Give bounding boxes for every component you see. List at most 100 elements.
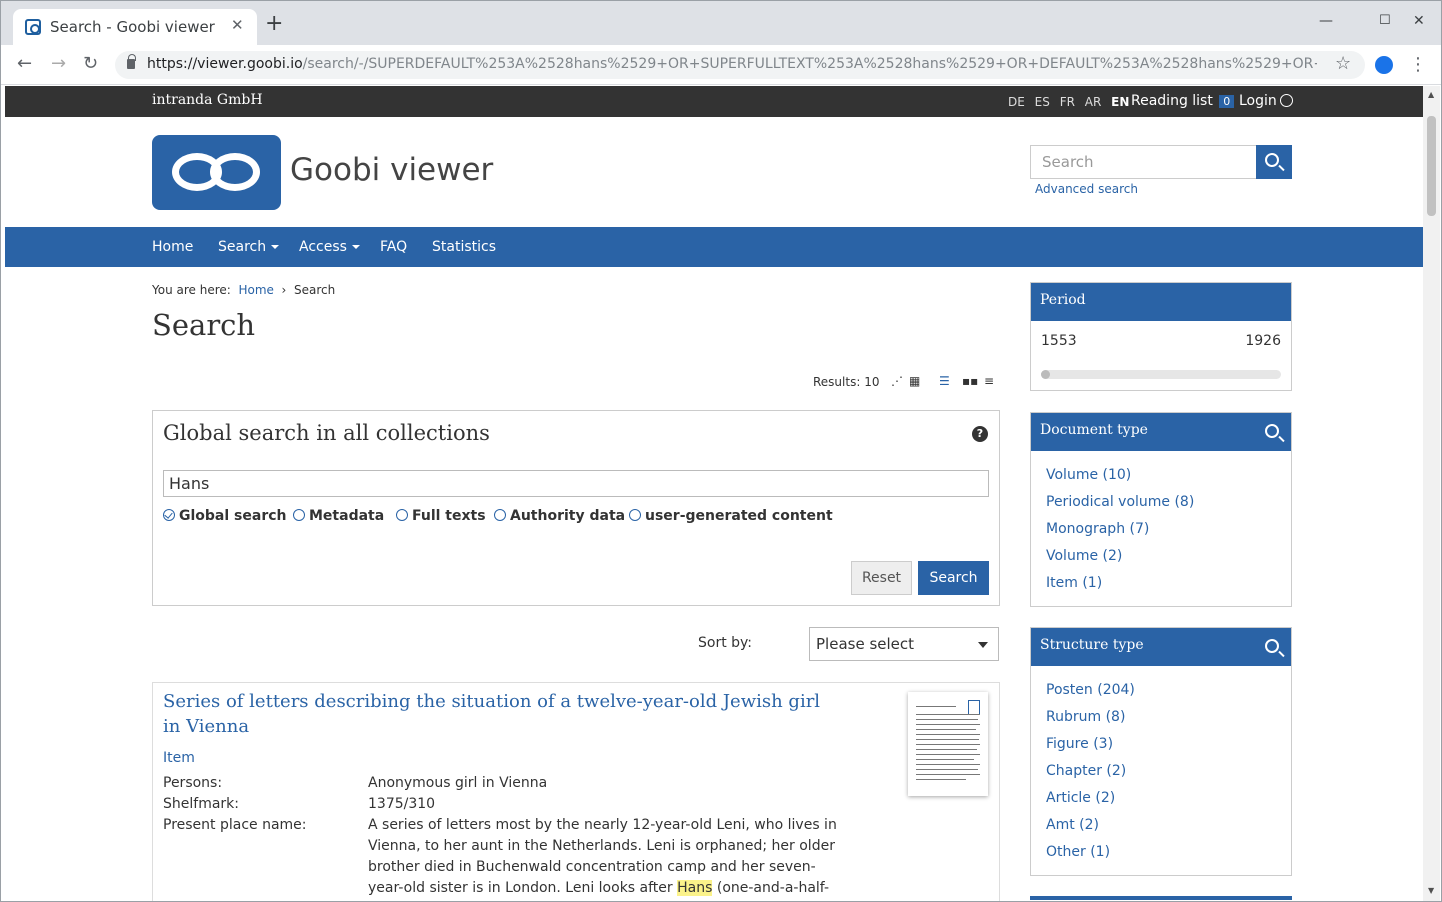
tab-strip: Search - Goobi viewer ✕ + — ☐ ✕ xyxy=(1,1,1441,45)
site-name[interactable]: Goobi viewer xyxy=(290,152,493,188)
sort-select[interactable]: Please select xyxy=(809,627,999,661)
site-logo[interactable] xyxy=(152,135,281,210)
facet-item[interactable]: Periodical volume (8) xyxy=(1046,494,1194,510)
login-label: Login xyxy=(1239,93,1277,109)
slider-handle[interactable] xyxy=(1041,370,1050,379)
caret-down-icon xyxy=(351,245,360,249)
facet-item[interactable]: Amt (2) xyxy=(1046,817,1099,833)
reload-icon[interactable]: ↻ xyxy=(83,53,98,74)
facet-item[interactable]: Volume (10) xyxy=(1046,467,1131,483)
forward-icon[interactable]: → xyxy=(51,53,66,74)
breadcrumb-current: Search xyxy=(293,283,336,297)
nav-statistics[interactable]: Statistics xyxy=(432,239,496,255)
nav-access[interactable]: Access xyxy=(299,239,360,255)
facet-item[interactable]: Volume (2) xyxy=(1046,548,1122,564)
url-text[interactable]: https://viewer.goobi.io/search/-/SUPERDE… xyxy=(147,56,1317,72)
search-query-input[interactable]: Hans xyxy=(163,470,989,497)
result-type[interactable]: Item xyxy=(163,750,195,766)
search-icon xyxy=(1265,153,1279,167)
facet-item[interactable]: Chapter (2) xyxy=(1046,763,1126,779)
reading-list-count: 0 xyxy=(1219,95,1235,108)
search-icon[interactable] xyxy=(1265,424,1279,438)
search-button[interactable]: Search xyxy=(918,561,989,595)
search-icon[interactable] xyxy=(1265,639,1279,653)
period-widget: Period 1553 1926 xyxy=(1030,282,1292,391)
breadcrumb-home[interactable]: Home xyxy=(238,283,273,297)
lang-en[interactable]: EN xyxy=(1111,95,1129,109)
list-view-icon[interactable]: ☰ xyxy=(939,374,950,388)
address-bar[interactable]: https://viewer.goobi.io/search/-/SUPERDE… xyxy=(115,51,1365,79)
scroll-down-icon[interactable]: ▼ xyxy=(1428,886,1434,895)
help-icon[interactable]: ? xyxy=(972,426,988,442)
scroll-up-icon[interactable]: ▲ xyxy=(1428,90,1434,99)
rss-icon[interactable]: ⋰ xyxy=(891,374,903,388)
persons-value: Anonymous girl in Vienna xyxy=(368,775,548,791)
nav-home[interactable]: Home xyxy=(152,239,193,255)
radio-user-generated[interactable]: user-generated content xyxy=(629,508,833,524)
facet-item[interactable]: Other (1) xyxy=(1046,844,1110,860)
excel-export-icon[interactable]: ▦ xyxy=(909,374,920,388)
period-slider[interactable] xyxy=(1041,370,1281,379)
menu-kebab-icon[interactable]: ⋮ xyxy=(1409,54,1427,75)
close-window-icon[interactable]: ✕ xyxy=(1413,13,1425,29)
nav-search[interactable]: Search xyxy=(218,239,280,255)
main-nav: Home Search Access FAQ Statistics xyxy=(5,227,1423,267)
structure-type-widget: Structure type Posten (204) Rubrum (8) F… xyxy=(1030,627,1292,876)
bookmark-star-icon[interactable]: ☆ xyxy=(1335,53,1351,74)
back-icon[interactable]: ← xyxy=(17,53,32,74)
sort-label: Sort by: xyxy=(698,635,753,651)
page-title: Search xyxy=(152,308,256,342)
lang-de[interactable]: DE xyxy=(1008,95,1025,109)
grid-view-icon[interactable]: ▪▪ xyxy=(962,374,978,388)
facet-item[interactable]: Figure (3) xyxy=(1046,736,1113,752)
reading-list-link[interactable]: Reading list 0 xyxy=(1131,93,1235,109)
facet-item[interactable]: Item (1) xyxy=(1046,575,1102,591)
result-thumbnail[interactable] xyxy=(908,692,988,796)
result-title[interactable]: Series of letters describing the situati… xyxy=(163,689,843,739)
extension-icon[interactable] xyxy=(1375,56,1393,74)
search-highlight: Hans xyxy=(677,880,713,896)
facet-item[interactable]: Monograph (7) xyxy=(1046,521,1149,537)
document-type-header: Document type xyxy=(1031,413,1291,451)
maximize-icon[interactable]: ☐ xyxy=(1379,13,1391,28)
structure-type-header: Structure type xyxy=(1031,628,1291,666)
facet-item[interactable]: Posten (204) xyxy=(1046,682,1135,698)
facet-item[interactable]: Article (2) xyxy=(1046,790,1115,806)
header-search-button[interactable] xyxy=(1256,145,1292,179)
facet-item[interactable]: Rubrum (8) xyxy=(1046,709,1125,725)
search-panel: Global search in all collections ? Hans … xyxy=(152,410,1000,606)
advanced-search-link[interactable]: Advanced search xyxy=(1035,182,1138,196)
compact-view-icon[interactable]: ≡ xyxy=(984,374,994,388)
results-count: Results: 10 xyxy=(813,375,880,389)
minimize-icon[interactable]: — xyxy=(1319,13,1333,29)
next-widget-header xyxy=(1030,896,1292,900)
login-link[interactable]: Login xyxy=(1239,93,1293,109)
lang-fr[interactable]: FR xyxy=(1060,95,1075,109)
lang-ar[interactable]: AR xyxy=(1085,95,1102,109)
new-tab-icon[interactable]: + xyxy=(265,13,283,35)
radio-authority-data[interactable]: Authority data xyxy=(494,508,625,524)
period-min: 1553 xyxy=(1041,333,1077,349)
nav-faq[interactable]: FAQ xyxy=(380,239,407,255)
persons-label: Persons: xyxy=(163,775,223,791)
bookmark-icon[interactable] xyxy=(968,700,980,714)
browser-tab[interactable]: Search - Goobi viewer ✕ xyxy=(13,9,257,45)
radio-metadata[interactable]: Metadata xyxy=(293,508,384,524)
lang-es[interactable]: ES xyxy=(1035,95,1050,109)
close-tab-icon[interactable]: ✕ xyxy=(231,16,244,34)
breadcrumb: You are here: Home › Search xyxy=(152,283,336,297)
shelfmark-value: 1375/310 xyxy=(368,796,436,812)
radio-global-search[interactable]: Global search xyxy=(163,508,287,524)
reading-list-label: Reading list xyxy=(1131,93,1213,109)
browser-toolbar: ← → ↻ https://viewer.goobi.io/search/-/S… xyxy=(1,45,1441,85)
caret-down-icon xyxy=(271,245,280,249)
page-scrollbar[interactable]: ▲ ▼ xyxy=(1423,86,1440,901)
language-switcher: DE ES FR AR EN xyxy=(1008,95,1135,109)
shelfmark-label: Shelfmark: xyxy=(163,796,239,812)
brand-name[interactable]: intranda GmbH xyxy=(152,92,263,108)
reset-button[interactable]: Reset xyxy=(851,561,912,595)
period-max: 1926 xyxy=(1245,333,1281,349)
scroll-thumb[interactable] xyxy=(1427,116,1436,216)
header-search-input[interactable]: Search xyxy=(1030,145,1257,179)
radio-full-texts[interactable]: Full texts xyxy=(396,508,486,524)
